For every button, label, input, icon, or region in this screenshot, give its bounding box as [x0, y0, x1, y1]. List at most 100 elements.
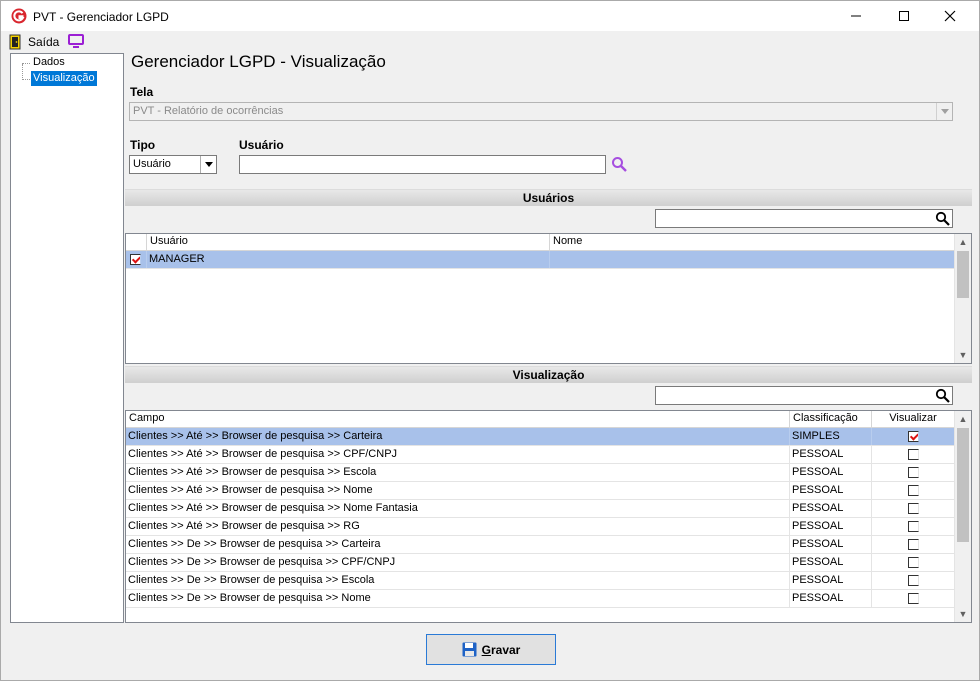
- tree-item-dados[interactable]: Dados: [31, 55, 67, 70]
- table-row[interactable]: Clientes >> Até >> Browser de pesquisa >…: [126, 518, 955, 536]
- vertical-scrollbar[interactable]: ▲ ▼: [954, 234, 971, 363]
- visualizar-cell[interactable]: [872, 536, 955, 553]
- visualizar-checkbox[interactable]: [907, 593, 919, 604]
- visualizacao-grid-header: Campo Classificação Visualizar: [126, 411, 955, 428]
- visualizar-checkbox[interactable]: [907, 503, 919, 514]
- table-row[interactable]: Clientes >> Até >> Browser de pesquisa >…: [126, 482, 955, 500]
- usuarios-grid-header: Usuário Nome: [126, 234, 955, 251]
- table-row[interactable]: Clientes >> Até >> Browser de pesquisa >…: [126, 464, 955, 482]
- nome-cell: [550, 251, 955, 268]
- campo-cell: Clientes >> De >> Browser de pesquisa >>…: [126, 536, 790, 553]
- column-header-classificacao[interactable]: Classificação: [790, 411, 872, 427]
- app-window: PVT - Gerenciador LGPD Saída Dados Visua…: [0, 0, 980, 681]
- campo-cell: Clientes >> De >> Browser de pesquisa >>…: [126, 590, 790, 607]
- tree-connector: [22, 79, 30, 80]
- visualizar-cell[interactable]: [872, 500, 955, 517]
- visualizar-cell[interactable]: [872, 446, 955, 463]
- usuarios-section-header: Usuários: [125, 189, 972, 206]
- app-logo-icon: [11, 8, 27, 24]
- column-header-visualizar[interactable]: Visualizar: [872, 411, 955, 427]
- tela-select: PVT - Relatório de ocorrências: [129, 102, 953, 121]
- close-button[interactable]: [927, 1, 973, 31]
- row-select-cell[interactable]: [126, 251, 147, 268]
- visualizar-cell[interactable]: [872, 464, 955, 481]
- tipo-label: Tipo: [130, 138, 156, 152]
- usuario-cell: MANAGER: [147, 251, 550, 268]
- visualizar-checkbox[interactable]: [907, 575, 919, 586]
- tipo-select[interactable]: Usuário: [129, 155, 217, 174]
- visualizar-cell[interactable]: [872, 554, 955, 571]
- campo-cell: Clientes >> De >> Browser de pesquisa >>…: [126, 572, 790, 589]
- visualizar-checkbox[interactable]: [907, 431, 919, 442]
- scroll-up-icon[interactable]: ▲: [955, 411, 971, 427]
- campo-cell: Clientes >> Até >> Browser de pesquisa >…: [126, 446, 790, 463]
- column-header-nome[interactable]: Nome: [550, 234, 955, 250]
- table-row[interactable]: Clientes >> De >> Browser de pesquisa >>…: [126, 572, 955, 590]
- classificacao-cell: PESSOAL: [790, 482, 872, 499]
- visualizar-cell[interactable]: [872, 590, 955, 607]
- save-button[interactable]: Gravar: [426, 634, 556, 665]
- classificacao-cell: SIMPLES: [790, 428, 872, 445]
- visualizar-checkbox[interactable]: [907, 467, 919, 478]
- vertical-scrollbar[interactable]: ▲ ▼: [954, 411, 971, 622]
- usuario-input[interactable]: [239, 155, 606, 174]
- column-header-usuario[interactable]: Usuário: [147, 234, 550, 250]
- table-row[interactable]: Clientes >> Até >> Browser de pesquisa >…: [126, 428, 955, 446]
- visualizar-cell[interactable]: [872, 518, 955, 535]
- scroll-down-icon[interactable]: ▼: [955, 606, 971, 622]
- scrollbar-thumb[interactable]: [957, 428, 969, 542]
- monitor-icon[interactable]: [68, 34, 84, 49]
- classificacao-cell: PESSOAL: [790, 464, 872, 481]
- classificacao-cell: PESSOAL: [790, 590, 872, 607]
- classificacao-cell: PESSOAL: [790, 572, 872, 589]
- maximize-button[interactable]: [881, 1, 927, 31]
- chevron-down-icon[interactable]: [200, 156, 216, 173]
- search-icon[interactable]: [935, 388, 950, 403]
- visualizar-cell[interactable]: [872, 482, 955, 499]
- visualizar-cell[interactable]: [872, 428, 955, 445]
- visualizar-checkbox[interactable]: [907, 521, 919, 532]
- classificacao-cell: PESSOAL: [790, 500, 872, 517]
- classificacao-cell: PESSOAL: [790, 554, 872, 571]
- classificacao-cell: PESSOAL: [790, 518, 872, 535]
- toolbar: Saída: [1, 32, 979, 52]
- scroll-up-icon[interactable]: ▲: [955, 234, 971, 250]
- navigation-tree: Dados Visualização: [10, 53, 124, 623]
- scrollbar-thumb[interactable]: [957, 251, 969, 298]
- table-row[interactable]: Clientes >> De >> Browser de pesquisa >>…: [126, 554, 955, 572]
- visualizar-checkbox[interactable]: [907, 485, 919, 496]
- tree-item-visualizacao[interactable]: Visualização: [31, 71, 97, 86]
- search-icon[interactable]: [935, 211, 950, 226]
- visualizacao-search-input[interactable]: [655, 386, 953, 405]
- tree-connector: [22, 64, 23, 80]
- row-checkbox[interactable]: [130, 254, 141, 265]
- table-row[interactable]: Clientes >> De >> Browser de pesquisa >>…: [126, 536, 955, 554]
- table-row[interactable]: Clientes >> Até >> Browser de pesquisa >…: [126, 500, 955, 518]
- classificacao-cell: PESSOAL: [790, 536, 872, 553]
- close-icon: [944, 10, 956, 22]
- exit-door-icon[interactable]: [9, 34, 23, 50]
- scroll-down-icon[interactable]: ▼: [955, 347, 971, 363]
- visualizar-checkbox[interactable]: [907, 539, 919, 550]
- save-button-label: Gravar: [481, 642, 521, 657]
- minimize-icon: [851, 15, 861, 17]
- title-bar: PVT - Gerenciador LGPD: [1, 1, 979, 31]
- window-title: PVT - Gerenciador LGPD: [33, 10, 169, 24]
- tipo-select-value: Usuário: [133, 158, 171, 170]
- page-title: Gerenciador LGPD - Visualização: [131, 52, 386, 71]
- tela-select-value: PVT - Relatório de ocorrências: [133, 105, 284, 117]
- usuarios-search-input[interactable]: [655, 209, 953, 228]
- visualizar-checkbox[interactable]: [907, 449, 919, 460]
- search-icon[interactable]: [611, 156, 628, 173]
- minimize-button[interactable]: [833, 1, 879, 31]
- visualizar-checkbox[interactable]: [907, 557, 919, 568]
- tela-label: Tela: [130, 85, 154, 99]
- table-row[interactable]: Clientes >> Até >> Browser de pesquisa >…: [126, 446, 955, 464]
- campo-cell: Clientes >> Até >> Browser de pesquisa >…: [126, 428, 790, 445]
- visualizar-cell[interactable]: [872, 572, 955, 589]
- exit-button[interactable]: Saída: [28, 35, 59, 49]
- column-header-campo[interactable]: Campo: [126, 411, 790, 427]
- table-row[interactable]: Clientes >> De >> Browser de pesquisa >>…: [126, 590, 955, 608]
- table-row[interactable]: MANAGER: [126, 251, 955, 269]
- usuario-label: Usuário: [239, 138, 284, 152]
